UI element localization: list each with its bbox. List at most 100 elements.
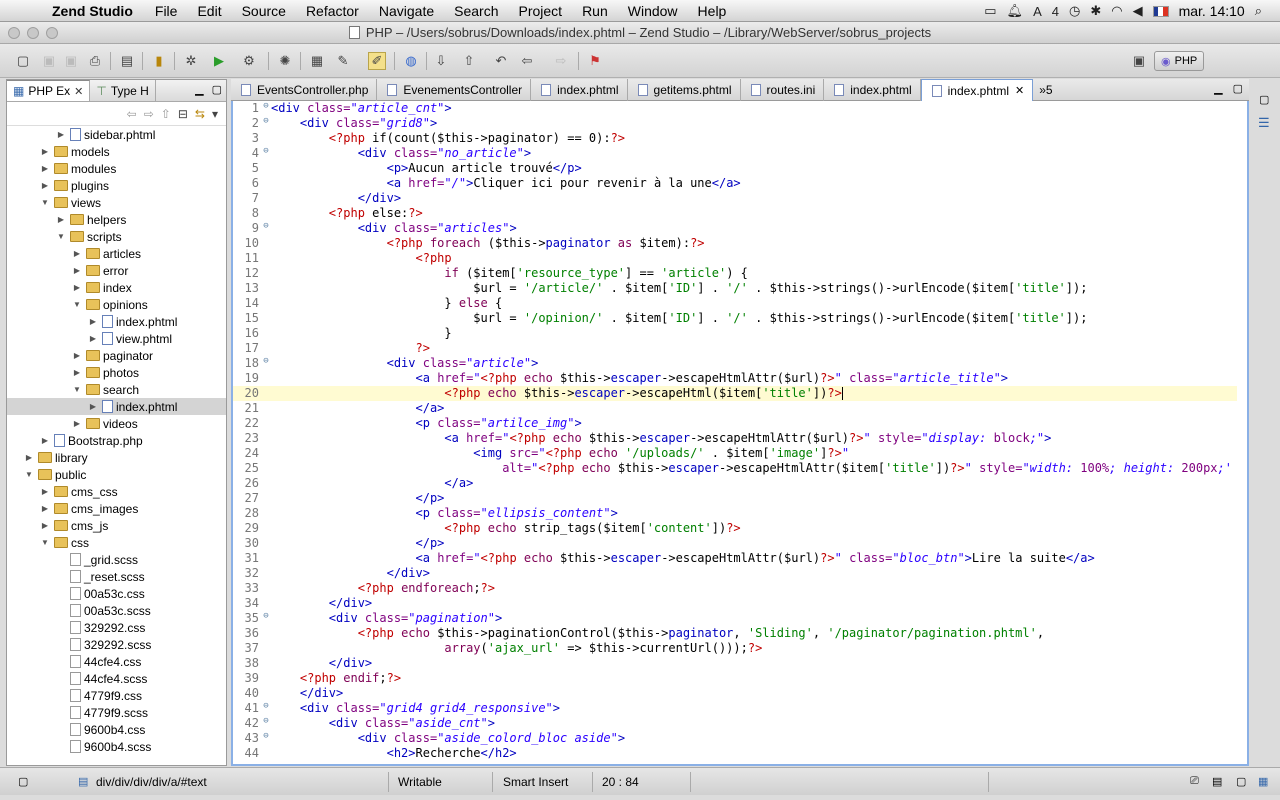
menu-project[interactable]: Project: [518, 3, 562, 19]
minimize-editor-icon[interactable]: ▁: [1214, 82, 1222, 95]
tree-item[interactable]: ▶ library: [7, 449, 226, 466]
php-perspective-button[interactable]: ◉ PHP: [1154, 51, 1205, 71]
code-line[interactable]: 31 <a href="<?php echo $this->escaper->e…: [233, 551, 1237, 566]
tab-type-hierarchy[interactable]: ⊤ Type H: [90, 80, 156, 101]
export-icon[interactable]: ▮: [150, 52, 168, 70]
spotlight-icon[interactable]: ⌕: [1255, 3, 1262, 19]
code-line[interactable]: 13 $url = '/article/' . $item['ID'] . '/…: [233, 281, 1237, 296]
tree-item[interactable]: ▼ opinions: [7, 296, 226, 313]
code-line[interactable]: 34 </div>: [233, 596, 1237, 611]
tree-item[interactable]: ▼ public: [7, 466, 226, 483]
code-line[interactable]: 19 <a href="<?php echo $this->escaper->e…: [233, 371, 1237, 386]
menu-navigate[interactable]: Navigate: [379, 3, 434, 19]
code-line[interactable]: 27 </p>: [233, 491, 1237, 506]
zoom-window-button[interactable]: [46, 27, 58, 39]
next-annotation-icon[interactable]: ⇩: [432, 52, 450, 70]
code-line[interactable]: 16 }: [233, 326, 1237, 341]
tree-item[interactable]: 4779f9.scss: [7, 704, 226, 721]
up-nav-icon[interactable]: ⇧: [161, 107, 171, 121]
tree-item[interactable]: _grid.scss: [7, 551, 226, 568]
adobe-icon[interactable]: A: [1033, 4, 1042, 19]
collapse-arrow-icon[interactable]: ▼: [39, 198, 51, 207]
editor-tab[interactable]: EvenementsController: [377, 79, 532, 101]
close-window-button[interactable]: [8, 27, 20, 39]
profile-icon[interactable]: ✺: [276, 52, 294, 70]
expand-arrow-icon[interactable]: ▶: [39, 504, 51, 513]
time-machine-icon[interactable]: ◷: [1069, 3, 1080, 19]
menu-source[interactable]: Source: [242, 3, 286, 19]
forward-icon[interactable]: ⇨: [552, 52, 570, 70]
save-all-icon[interactable]: ▣: [62, 52, 80, 70]
tree-item[interactable]: ▶ cms_images: [7, 500, 226, 517]
last-edit-location-icon[interactable]: ↶: [492, 52, 510, 70]
link-with-editor-icon[interactable]: ⇆: [195, 107, 205, 121]
debug-icon[interactable]: ✲: [182, 52, 200, 70]
tree-item[interactable]: ▶ Bootstrap.php: [7, 432, 226, 449]
editor-tab[interactable]: index.phtml: [531, 79, 628, 101]
expand-arrow-icon[interactable]: ▶: [39, 147, 51, 156]
code-line[interactable]: 12 if ($item['resource_type'] == 'articl…: [233, 266, 1237, 281]
code-line[interactable]: 25 alt= " <?php echo $this->escaper->escap…: [233, 461, 1237, 476]
collapse-arrow-icon[interactable]: ▼: [23, 470, 35, 479]
open-perspective-icon[interactable]: ▣: [1130, 52, 1148, 70]
expand-arrow-icon[interactable]: ▶: [71, 283, 83, 292]
bluetooth-icon[interactable]: ✱: [1090, 3, 1101, 19]
tree-item[interactable]: 9600b4.scss: [7, 738, 226, 755]
code-line[interactable]: 39 <?php endif;?>: [233, 671, 1237, 686]
code-line[interactable]: 30 </p>: [233, 536, 1237, 551]
tree-item[interactable]: ▶ paginator: [7, 347, 226, 364]
tree-item[interactable]: ▶ helpers: [7, 211, 226, 228]
tree-item[interactable]: _reset.scss: [7, 568, 226, 585]
tree-item[interactable]: ▶ photos: [7, 364, 226, 381]
fold-toggle-icon[interactable]: ⊖: [261, 101, 271, 116]
wifi-icon[interactable]: ◠: [1111, 3, 1122, 19]
code-line[interactable]: 6 <a href="/">Cliquer ici pour revenir à…: [233, 176, 1237, 191]
expand-arrow-icon[interactable]: ▶: [39, 181, 51, 190]
menu-refactor[interactable]: Refactor: [306, 3, 359, 19]
expand-arrow-icon[interactable]: ▶: [71, 249, 83, 258]
volume-icon[interactable]: ◀: [1133, 3, 1143, 19]
tree-item[interactable]: 329292.css: [7, 619, 226, 636]
fold-toggle-icon[interactable]: ⊖: [261, 356, 271, 371]
tree-item[interactable]: ▶ modules: [7, 160, 226, 177]
code-line[interactable]: 43 ⊖ <div class="aside_colord_bloc aside"…: [233, 731, 1237, 746]
view-menu-icon[interactable]: ▾: [212, 107, 218, 121]
collapse-arrow-icon[interactable]: ▼: [71, 300, 83, 309]
code-line[interactable]: 32 </div>: [233, 566, 1237, 581]
collapse-arrow-icon[interactable]: ▼: [55, 232, 67, 241]
expand-arrow-icon[interactable]: ▶: [71, 419, 83, 428]
menu-window[interactable]: Window: [628, 3, 678, 19]
fold-toggle-icon[interactable]: ⊖: [261, 716, 271, 731]
run-icon[interactable]: ▶: [210, 52, 228, 70]
menu-search[interactable]: Search: [454, 3, 498, 19]
expand-arrow-icon[interactable]: ▶: [87, 334, 99, 343]
close-tab-icon[interactable]: ✕: [1015, 84, 1024, 97]
search-tool-icon[interactable]: ✎: [334, 52, 352, 70]
fold-toggle-icon[interactable]: ⊖: [261, 731, 271, 746]
browser-icon[interactable]: ◍: [402, 52, 420, 70]
new-icon[interactable]: ▢: [14, 52, 32, 70]
tree-item[interactable]: ▶ error: [7, 262, 226, 279]
code-line[interactable]: 41 ⊖ <div class="grid4 grid4_responsive">: [233, 701, 1237, 716]
tab-overflow[interactable]: »5: [1033, 79, 1052, 100]
toggle-mark-occurrences-icon[interactable]: ✐: [368, 52, 386, 70]
code-line[interactable]: 9 ⊖ <div class="articles">: [233, 221, 1237, 236]
editor-tab[interactable]: EventsController.php: [231, 79, 378, 101]
previous-annotation-icon[interactable]: ⇧: [460, 52, 478, 70]
code-line[interactable]: 11 <?php: [233, 251, 1237, 266]
code-line[interactable]: 15 $url = '/opinion/' . $item['ID'] . '/…: [233, 311, 1237, 326]
code-line[interactable]: 40 </div>: [233, 686, 1237, 701]
forward-nav-icon[interactable]: ⇨: [144, 107, 154, 121]
restore-trim-icon[interactable]: ▢: [1236, 775, 1246, 788]
tree-item[interactable]: ▶ cms_js: [7, 517, 226, 534]
code-line[interactable]: 14 } else {: [233, 296, 1237, 311]
expand-arrow-icon[interactable]: ▶: [55, 130, 67, 139]
back-nav-icon[interactable]: ⇦: [127, 107, 137, 121]
tree-item[interactable]: ▶ index: [7, 279, 226, 296]
code-line[interactable]: 21 </a>: [233, 401, 1237, 416]
expand-arrow-icon[interactable]: ▶: [39, 487, 51, 496]
outline-icon[interactable]: ☰: [1258, 115, 1270, 131]
open-type-icon[interactable]: ▦: [308, 52, 326, 70]
collapse-all-icon[interactable]: ⊟: [178, 107, 188, 121]
menu-file[interactable]: File: [155, 3, 178, 19]
